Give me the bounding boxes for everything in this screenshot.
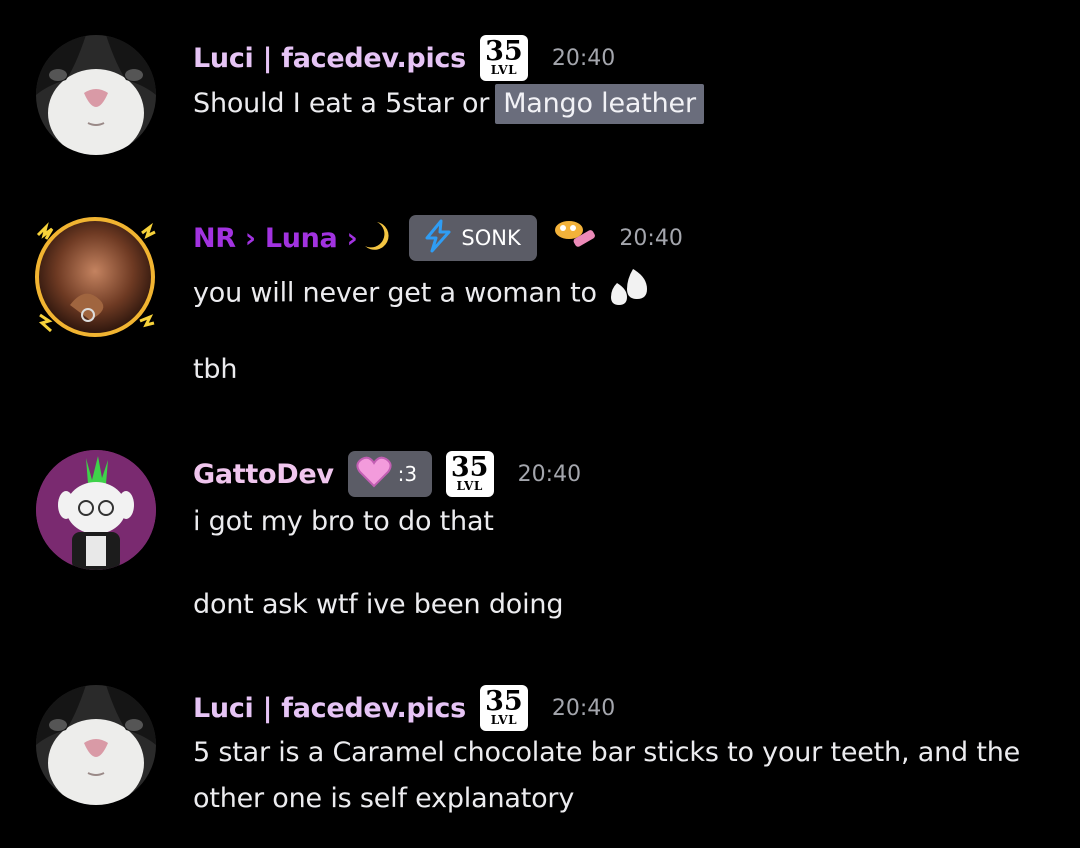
- role-label: SONK: [461, 226, 521, 250]
- message-line: other one is self explanatory: [193, 783, 575, 814]
- timestamp: 20:40: [517, 461, 582, 487]
- timestamp: 20:40: [551, 45, 616, 71]
- avatar[interactable]: [36, 685, 156, 805]
- username[interactable]: GattoDev: [193, 459, 334, 490]
- role-label: :3: [397, 462, 418, 486]
- crayon-emoji-icon: [549, 216, 599, 260]
- message-text: you will never get a woman to: [193, 277, 597, 309]
- level-label: LVL: [456, 479, 483, 493]
- level-badge[interactable]: 35 LVL: [445, 451, 494, 497]
- username[interactable]: Luci | facedev.pics: [193, 693, 466, 724]
- username[interactable]: NR › Luna ›: [193, 223, 358, 254]
- message-line: you will never get a woman to: [193, 267, 651, 321]
- avatar[interactable]: [36, 450, 156, 570]
- lightning-icon: [421, 219, 455, 258]
- message-text-part: Should I eat a 5star or: [193, 88, 490, 119]
- timestamp: 20:40: [551, 695, 616, 721]
- mention[interactable]: Mango leather: [495, 84, 704, 124]
- message-line: dont ask wtf ive been doing: [193, 589, 564, 620]
- username[interactable]: Luci | facedev.pics: [193, 43, 466, 74]
- message-line: 5 star is a Caramel chocolate bar sticks…: [193, 737, 1021, 768]
- role-tag[interactable]: SONK: [409, 215, 538, 261]
- level-label: LVL: [490, 63, 518, 77]
- moon-icon: [363, 220, 391, 256]
- level-number: 35: [485, 36, 523, 67]
- level-badge[interactable]: 35 LVL: [479, 35, 528, 81]
- level-number: 35: [450, 452, 489, 483]
- avatar[interactable]: [36, 35, 156, 155]
- timestamp: 20:40: [619, 225, 683, 251]
- role-tag[interactable]: :3: [347, 451, 432, 497]
- sweat-drops-icon: [607, 267, 651, 321]
- message-line: i got my bro to do that: [193, 506, 494, 537]
- level-badge[interactable]: 35 LVL: [479, 685, 528, 731]
- avatar[interactable]: [30, 215, 160, 339]
- level-label: LVL: [490, 713, 518, 727]
- message-text: Should I eat a 5star or Mango leather: [193, 84, 704, 124]
- level-number: 35: [485, 686, 523, 717]
- heart-icon: [356, 456, 392, 493]
- message-line: tbh: [193, 354, 238, 385]
